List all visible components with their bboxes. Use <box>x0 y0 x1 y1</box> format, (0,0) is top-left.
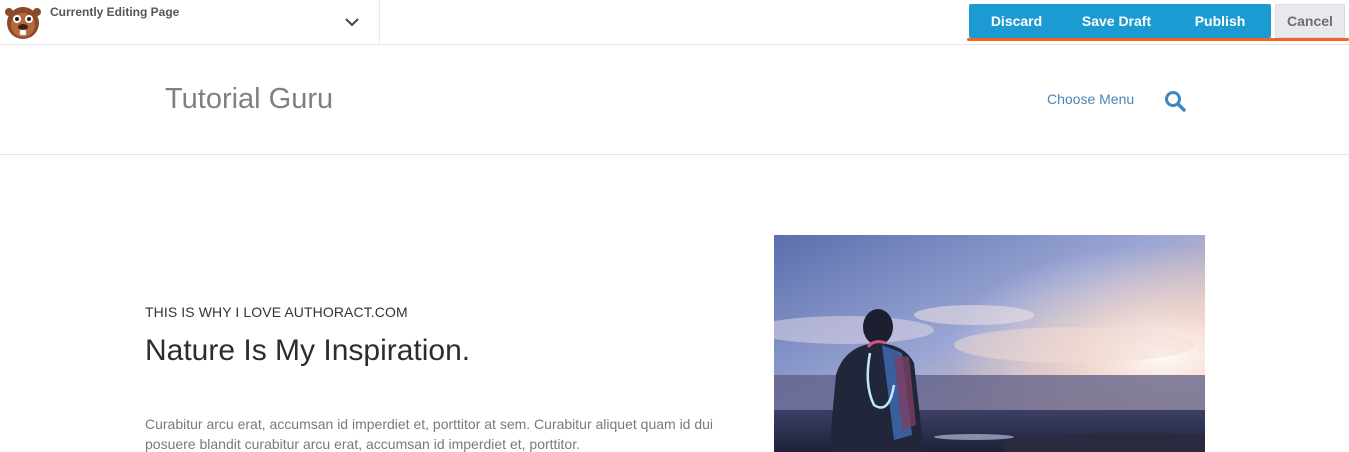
search-icon[interactable] <box>1163 89 1187 113</box>
section-eyebrow: THIS IS WHY I LOVE AUTHORACT.COM <box>145 304 408 320</box>
choose-menu-link[interactable]: Choose Menu <box>1047 91 1134 107</box>
publish-actions: Discard Save Draft Publish <box>969 4 1271 38</box>
discard-button[interactable]: Discard <box>969 4 1064 38</box>
publish-button[interactable]: Publish <box>1169 4 1271 38</box>
accent-underline <box>967 38 1349 41</box>
editing-page-selector[interactable]: Currently Editing Page <box>0 0 380 44</box>
editing-label: Currently Editing Page <box>50 5 180 19</box>
section-body-text: Curabitur arcu erat, accumsan id imperdi… <box>145 416 714 452</box>
beaver-logo-icon <box>5 7 41 39</box>
chevron-down-icon[interactable] <box>342 13 362 31</box>
section-heading: Nature Is My Inspiration. <box>145 334 471 367</box>
hero-photo <box>774 235 1205 452</box>
save-draft-button[interactable]: Save Draft <box>1064 4 1169 38</box>
builder-toolbar: Currently Editing Page Discard Save Draf… <box>0 0 1349 45</box>
site-title[interactable]: Tutorial Guru <box>165 83 333 116</box>
cancel-button[interactable]: Cancel <box>1275 4 1345 38</box>
site-header: Tutorial Guru Choose Menu <box>0 45 1349 155</box>
